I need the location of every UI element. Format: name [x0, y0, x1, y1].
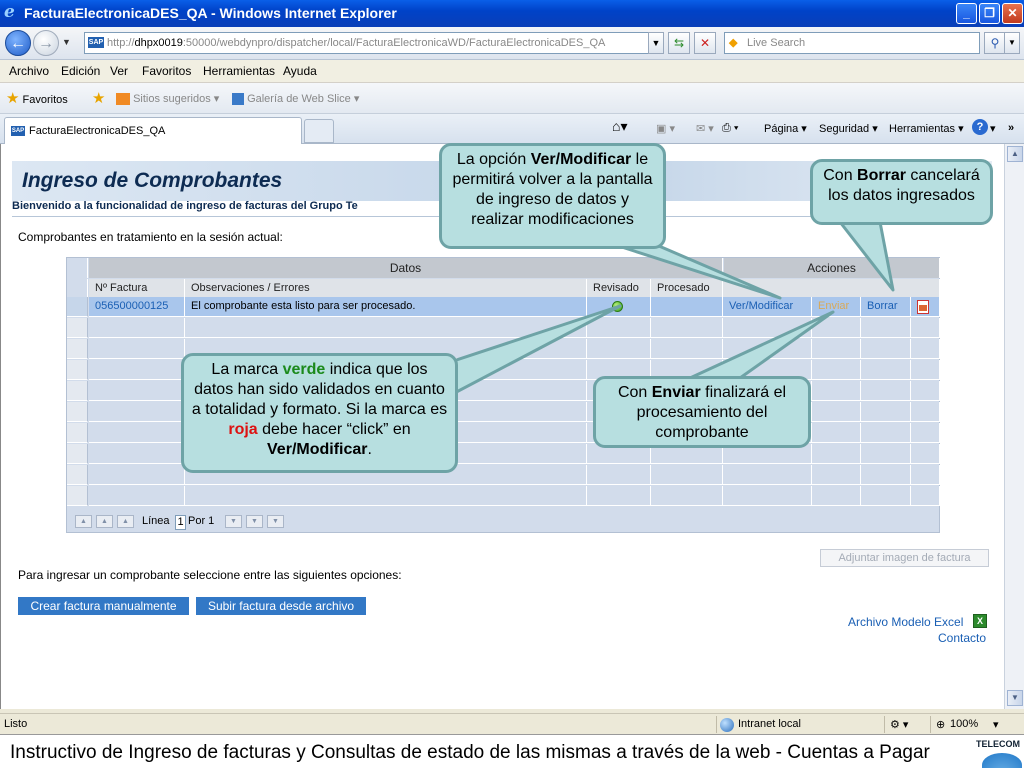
- tail-borrar: [838, 220, 895, 292]
- zone-text: Intranet local: [738, 718, 801, 730]
- callout-enviar: Con Enviar finalizará el procesamiento d…: [593, 376, 811, 448]
- intranet-globe-icon: [720, 718, 734, 732]
- status-text: Listo: [4, 718, 28, 730]
- zoom-icon[interactable]: ⊕: [936, 718, 945, 731]
- zoom-level[interactable]: 100%: [950, 718, 978, 730]
- callout-green-mark: La marca verde indica que los datos han …: [181, 353, 458, 473]
- status-bar: Listo Intranet local ⚙ ▾ ⊕ 100% ▾: [0, 713, 1024, 734]
- protected-mode-icon[interactable]: ⚙ ▾: [890, 718, 908, 731]
- telecom-logo-arc: [982, 753, 1022, 768]
- tail-enviar: [688, 310, 835, 380]
- zoom-dropdown-icon[interactable]: ▾: [993, 718, 999, 731]
- callout-tails: [418, 220, 895, 400]
- telecom-logo: TELECOM: [976, 739, 1020, 749]
- footer-caption: Instructivo de Ingreso de facturas y Con…: [10, 742, 930, 763]
- slide-footer: Instructivo de Ingreso de facturas y Con…: [0, 734, 1024, 768]
- callout-borrar: Con Borrar cancelará los datos ingresado…: [810, 159, 993, 225]
- callout-ver-modificar: La opción Ver/Modificar le permitirá vol…: [439, 143, 666, 249]
